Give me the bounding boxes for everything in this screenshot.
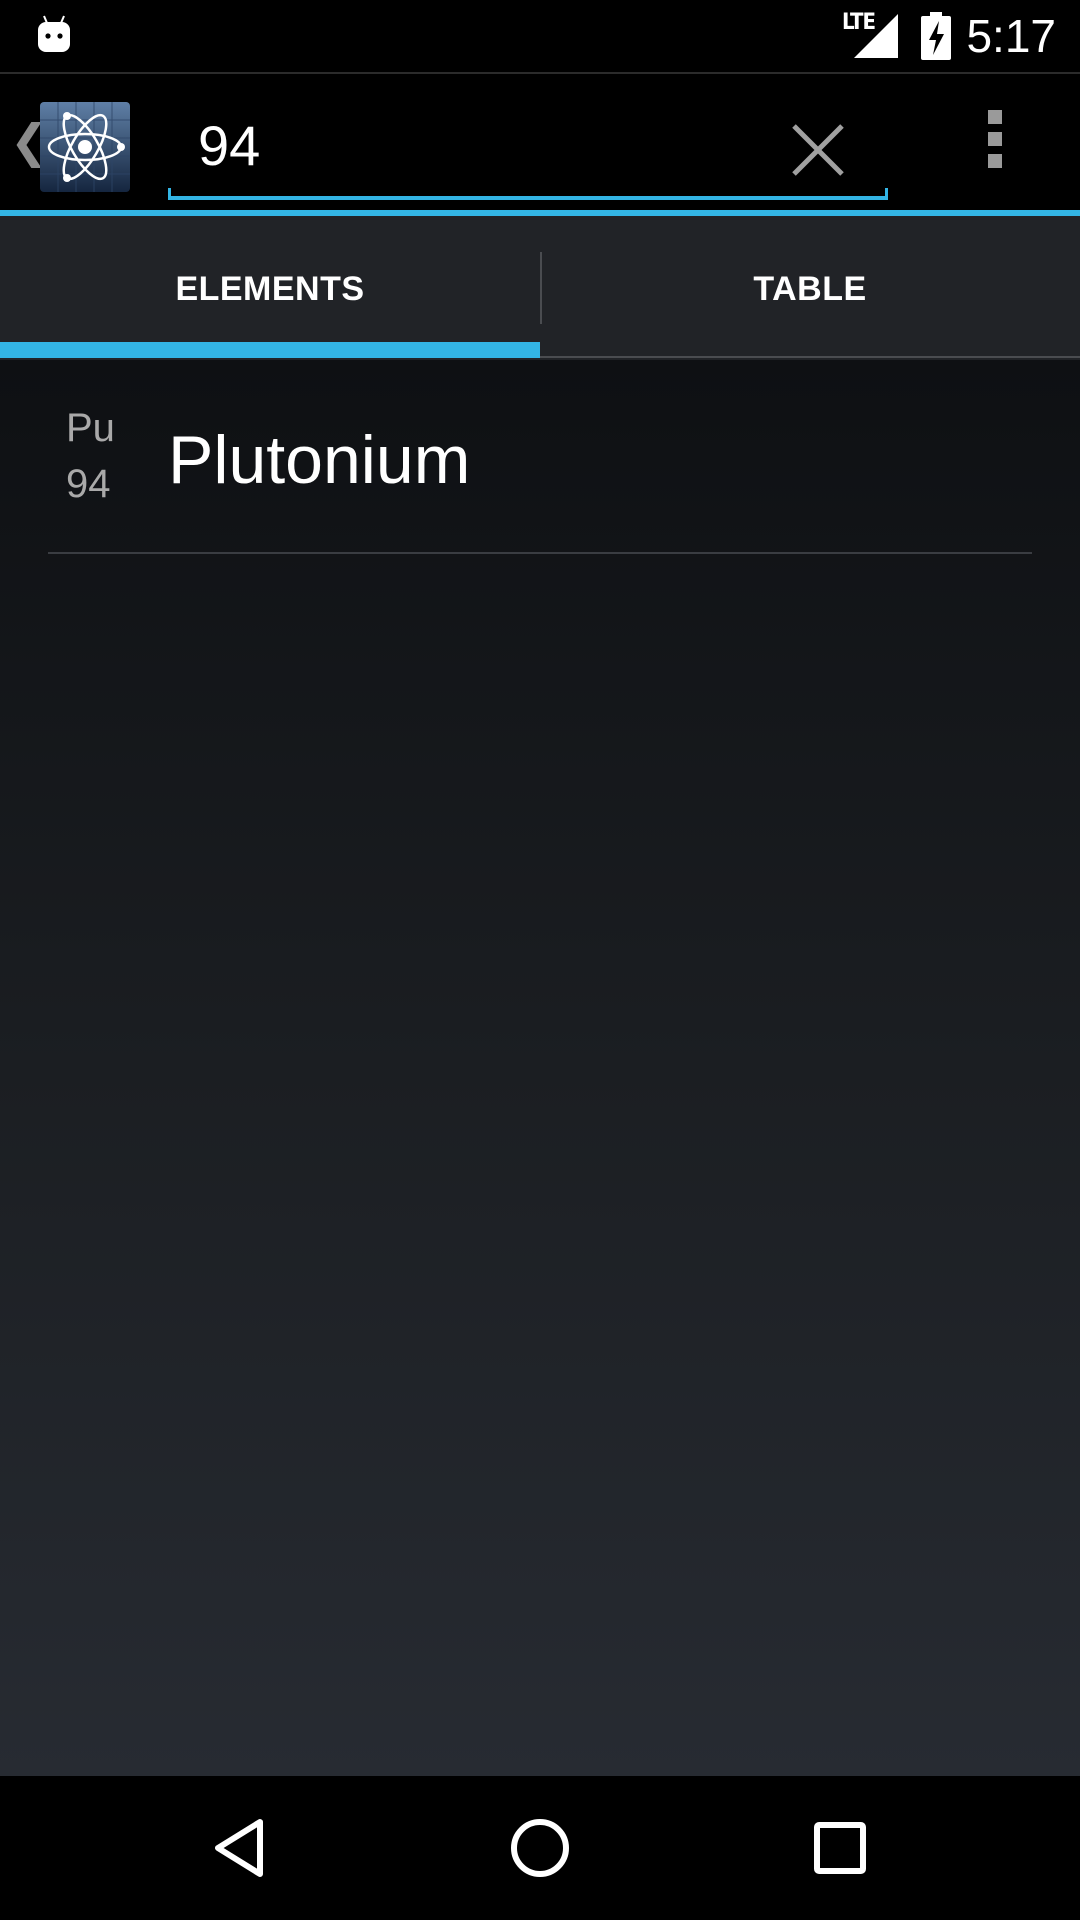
results-list: Pu 94 Plutonium xyxy=(0,360,1080,1776)
status-bar: LTE 5:17 xyxy=(0,0,1080,72)
search-underline xyxy=(168,188,888,200)
search-field[interactable] xyxy=(168,96,888,200)
element-atomic-number: 94 xyxy=(66,462,111,506)
tab-bar-bottom-line xyxy=(540,356,1080,358)
element-name: Plutonium xyxy=(168,422,471,498)
status-clock: 5:17 xyxy=(966,10,1056,62)
tab-table[interactable]: TABLE xyxy=(540,216,1080,360)
list-divider xyxy=(48,552,1032,554)
close-icon[interactable] xyxy=(778,110,858,190)
battery-charging-icon xyxy=(921,12,951,60)
tab-elements[interactable]: ELEMENTS xyxy=(0,216,540,360)
navigation-bar xyxy=(0,1776,1080,1920)
android-notification-icon xyxy=(38,15,70,52)
tab-selected-indicator xyxy=(0,342,540,358)
atom-icon[interactable] xyxy=(40,102,130,192)
search-input[interactable] xyxy=(198,110,758,180)
list-item[interactable]: Pu 94 Plutonium xyxy=(0,360,1080,552)
overflow-menu-icon[interactable] xyxy=(970,110,1020,186)
tab-bar: ELEMENTS TABLE xyxy=(0,216,1080,360)
action-bar: ❮ xyxy=(0,72,1080,210)
element-symbol: Pu xyxy=(66,406,115,450)
home-icon[interactable] xyxy=(490,1798,590,1898)
signal-icon xyxy=(854,14,898,58)
screen: LTE 5:17 ❮ 94 ELEMENTS TABLE Pu 94 Pluto… xyxy=(0,0,1080,1920)
back-icon[interactable] xyxy=(190,1798,290,1898)
recent-apps-icon[interactable] xyxy=(790,1798,890,1898)
